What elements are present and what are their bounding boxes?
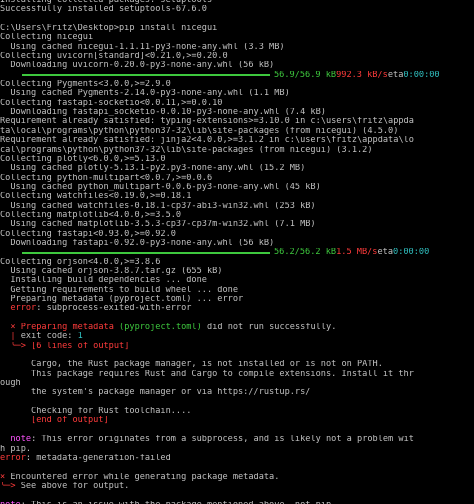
terminal-line: note: This is an issue with the package … xyxy=(0,501,474,504)
terminal-segment: : This is an issue with the package ment… xyxy=(21,501,337,504)
terminal-line: Using cached python_multipart-0.0.6-py3-… xyxy=(0,182,321,192)
terminal-line: × Preparing metadata (pyproject.toml) di… xyxy=(0,323,474,332)
terminal-line: Downloading fastapi-0.92.0-py3-none-any.… xyxy=(0,238,275,248)
terminal-line: Successfully installed setuptools-67.6.0 xyxy=(0,5,207,15)
terminal-line: error: subprocess-exited-with-error xyxy=(0,304,474,313)
terminal-line: Requirement already satisfied: jinja2<4.… xyxy=(0,136,414,146)
terminal-segment: Encountered error while generating packa… xyxy=(5,472,280,482)
terminal-line: Collecting matplotlib<4.0.0,>=3.5.0 xyxy=(0,210,182,220)
terminal-line: ╰─> See above for output. xyxy=(0,482,474,491)
terminal-line: Installing build dependencies ... done xyxy=(0,276,207,286)
progress-bar xyxy=(22,251,270,254)
terminal-window[interactable]: Installing collected packages: setuptool… xyxy=(0,0,474,504)
terminal-line: Collecting watchfiles<0.19.0,>=0.18.1 xyxy=(0,192,192,202)
terminal-segment: 1 xyxy=(77,332,83,342)
terminal-line: Preparing metadata (pyproject.toml) ... … xyxy=(0,295,244,304)
terminal-segment xyxy=(0,332,10,341)
terminal-segment: (pyproject.toml) xyxy=(119,323,202,333)
terminal-segment: note xyxy=(0,501,21,504)
terminal-line: Using cached watchfiles-0.18.1-cp37-abi3… xyxy=(0,201,316,211)
progress-eta-label: eta xyxy=(377,248,394,258)
terminal-line: Getting requirements to build wheel ... … xyxy=(0,285,238,295)
terminal-line: Using cached nicegui-1.1.11-py3-none-any… xyxy=(0,42,285,52)
terminal-segment xyxy=(0,304,10,313)
terminal-line: Collecting nicegui xyxy=(0,33,94,43)
terminal-segment xyxy=(0,342,10,351)
terminal-line: Collecting python-multipart<0.0.7,>=0.0.… xyxy=(0,173,213,183)
terminal-line: Collecting fastapi<0.93.0,>=0.92.0 xyxy=(0,229,176,239)
terminal-line: cal\programs\python\python37-32\lib\site… xyxy=(0,145,373,155)
progress-eta-label: eta xyxy=(387,70,404,80)
terminal-line: Requirement already satisfied: typing-ex… xyxy=(0,117,414,127)
terminal-line: Checking for Rust toolchain.... xyxy=(0,407,192,417)
terminal-segment: [6 lines of output] xyxy=(31,341,130,351)
terminal-segment xyxy=(0,416,31,425)
terminal-line: Collecting uvicorn[standard]<0.21.0,>=0.… xyxy=(0,52,228,62)
terminal-segment: Preparing metadata xyxy=(20,323,120,333)
terminal-line: the system's package manager or via http… xyxy=(0,388,311,398)
terminal-segment: note xyxy=(10,435,32,445)
terminal-line: │ exit code: 1 xyxy=(0,332,474,341)
terminal-line: [end of output] xyxy=(0,416,474,425)
terminal-segment: [end of output] xyxy=(31,416,109,426)
terminal-line: note: This error originates from a subpr… xyxy=(0,435,474,444)
terminal-segment: : This error originates from a subproces… xyxy=(31,435,414,445)
terminal-line: ╰─> [6 lines of output] xyxy=(0,342,474,351)
terminal-line: Collecting Pygments<3.0.0,>=2.9.0 xyxy=(0,80,171,90)
terminal-line: error: metadata-generation-failed xyxy=(0,454,474,463)
download-progress-row: 56.2/56.2 kB 1.5 MB/s eta 0:00:00 xyxy=(0,248,474,257)
progress-speed: 992.3 kB/s xyxy=(336,70,388,80)
terminal-line: This package requires Rust and Cargo to … xyxy=(0,369,414,379)
terminal-line: Using cached orjson-3.8.7.tar.gz (655 kB… xyxy=(0,266,223,276)
progress-size: 56.2/56.2 kB xyxy=(274,248,337,258)
progress-size: 56.9/56.9 kB xyxy=(274,70,337,80)
download-progress-row: 56.9/56.9 kB 992.3 kB/s eta 0:00:00 xyxy=(0,71,474,80)
terminal-line: Collecting orjson<4.0.0,>=3.8.6 xyxy=(0,257,161,267)
terminal-line: Using cached plotly-5.13.1-py2.py3-none-… xyxy=(0,164,306,174)
terminal-line: Using cached Pygments-2.14.0-py3-none-an… xyxy=(0,89,290,99)
terminal-segment: error xyxy=(0,453,26,463)
terminal-line: × Encountered error while generating pac… xyxy=(0,473,474,482)
terminal-segment xyxy=(0,323,10,332)
terminal-line: h pip. xyxy=(0,444,32,454)
terminal-line: ta\local\programs\python\python37-32\lib… xyxy=(0,126,399,136)
terminal-segment: error xyxy=(10,304,37,314)
terminal-segment: : metadata-generation-failed xyxy=(25,453,171,463)
progress-bar xyxy=(22,74,270,77)
terminal-line: Collecting fastapi-socketio<0.0.11,>=0.0… xyxy=(0,98,223,108)
terminal-line: C:\Users\Fritz\Desktop>pip install niceg… xyxy=(0,24,218,34)
terminal-segment: ╰─> xyxy=(10,341,26,351)
terminal-segment: See above for output. xyxy=(15,481,130,491)
terminal-line: Downloading fastapi_socketio-0.0.10-py3-… xyxy=(0,108,326,118)
progress-speed: 1.5 MB/s xyxy=(336,248,378,258)
terminal-line: ough xyxy=(0,379,21,389)
terminal-line: Using cached matplotlib-3.5.3-cp37-cp37m… xyxy=(0,220,316,230)
terminal-line: Cargo, the Rust package manager, is not … xyxy=(0,360,383,370)
terminal-segment: ╰─> xyxy=(0,481,16,491)
terminal-segment: exit code: xyxy=(15,332,78,342)
terminal-line: Collecting plotly<6.0.0,>=5.13.0 xyxy=(0,154,166,164)
terminal-line: Downloading uvicorn-0.20.0-py3-none-any.… xyxy=(0,61,275,71)
terminal-segment: : subprocess-exited-with-error xyxy=(36,304,192,314)
terminal-segment xyxy=(0,435,10,444)
progress-eta: 0:00:00 xyxy=(393,248,430,258)
progress-eta: 0:00:00 xyxy=(403,70,440,80)
terminal-segment: did not run successfully. xyxy=(201,323,337,333)
